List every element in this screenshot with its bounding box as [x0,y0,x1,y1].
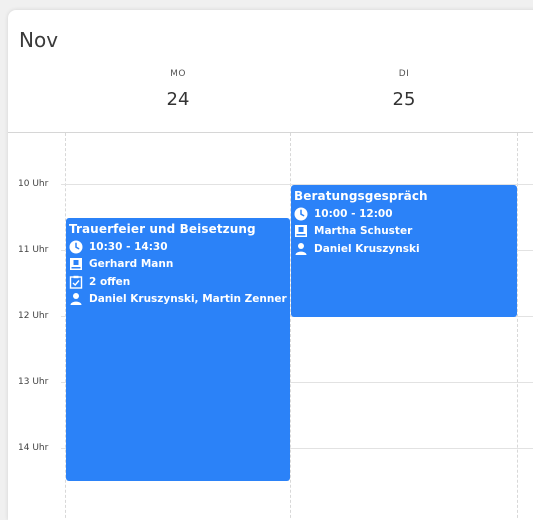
hour-label: 13 Uhr [18,377,49,387]
day-of-week: DI [398,69,410,79]
event-title: Beratungsgespräch [294,189,428,203]
checklist-icon [69,275,83,289]
event-time: 10:30 - 14:30 [89,240,168,253]
event-beratungsgespraech[interactable]: Beratungsgespräch 10:00 - 12:00 Martha S… [291,185,517,317]
contact-card-icon [70,258,82,271]
hour-label: 10 Uhr [18,179,49,189]
event-contact-row: Martha Schuster [294,223,517,241]
calendar-panel: Nov MO 24 DI 25 10 Uhr 11 Uhr 12 Uhr 13 … [8,10,533,520]
hour-label: 14 Uhr [18,443,49,453]
event-time-row: 10:30 - 14:30 [69,238,290,256]
event-staff-row: Daniel Kruszynski [294,240,517,258]
event-title: Trauerfeier und Beisetzung [69,222,256,236]
event-tasks: 2 offen [89,275,131,288]
event-time: 10:00 - 12:00 [314,207,393,220]
day-number: 24 [166,89,190,110]
day-header-tuesday[interactable]: DI 25 [344,69,464,110]
clock-icon [294,207,308,221]
column-divider [517,133,518,520]
day-header-monday[interactable]: MO 24 [118,69,238,110]
hour-label: 12 Uhr [18,311,49,321]
event-time-row: 10:00 - 12:00 [294,205,517,223]
contact-card-icon [295,225,307,238]
day-of-week: MO [170,69,186,79]
event-contact: Gerhard Mann [89,258,174,271]
time-grid: 10 Uhr 11 Uhr 12 Uhr 13 Uhr 14 Uhr Traue… [8,133,533,520]
hour-label: 11 Uhr [18,245,49,255]
day-number: 25 [392,89,416,110]
event-contact: Martha Schuster [314,225,413,238]
event-staff: Daniel Kruszynski [314,242,420,255]
event-contact-row: Gerhard Mann [69,256,290,274]
month-title: Nov [19,28,59,52]
event-staff: Daniel Kruszynski, Martin Zenner [89,293,287,306]
person-icon [70,293,82,306]
event-staff-row: Daniel Kruszynski, Martin Zenner [69,291,290,309]
clock-icon [69,240,83,254]
event-trauerfeier[interactable]: Trauerfeier und Beisetzung 10:30 - 14:30… [66,218,290,481]
person-icon [295,242,307,255]
event-tasks-row: 2 offen [69,273,290,291]
